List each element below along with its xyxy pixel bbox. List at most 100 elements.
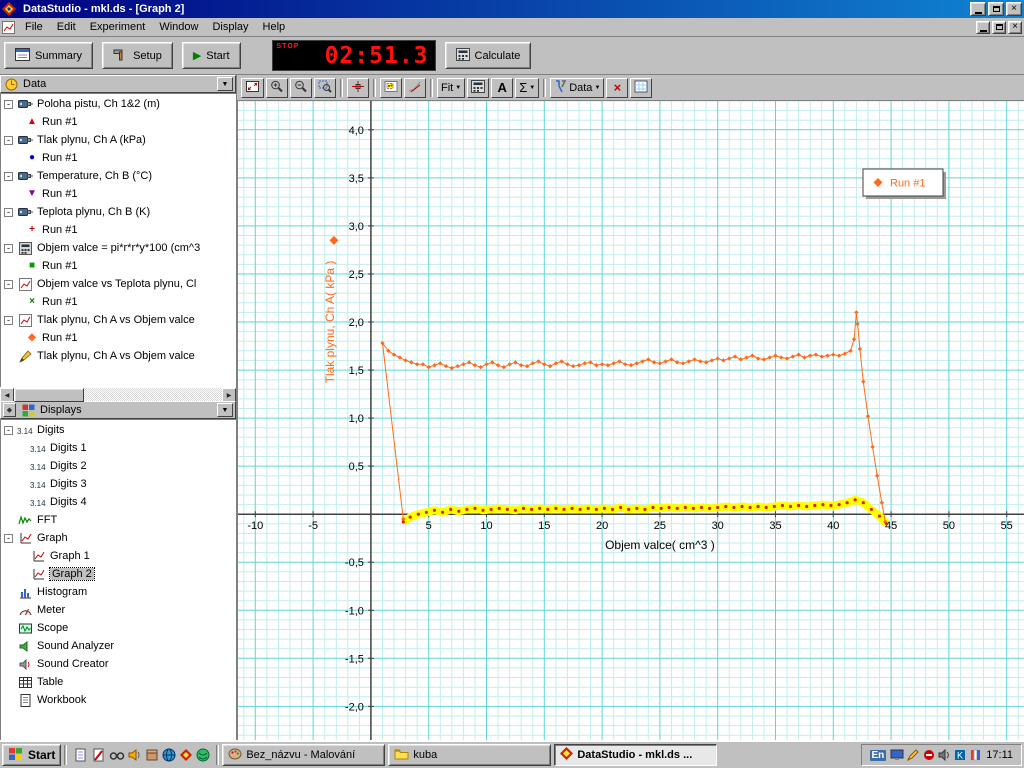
collapse-icon[interactable]: - <box>4 244 13 253</box>
scroll-left-button[interactable]: ◀ <box>0 388 14 402</box>
display-subitem[interactable]: 3.14Digits 1 <box>0 439 236 457</box>
statistics-button[interactable]: Σ ▼ <box>515 78 539 98</box>
run-item[interactable]: +Run #1 <box>0 221 236 239</box>
collapse-icon[interactable]: - <box>4 136 13 145</box>
display-item[interactable]: Table <box>0 673 236 691</box>
restore-button[interactable] <box>988 2 1004 16</box>
data-panel-header[interactable]: Data ▼ <box>0 75 236 93</box>
zoom-select-button[interactable] <box>314 78 336 98</box>
slope-tool-button[interactable] <box>404 78 426 98</box>
display-item[interactable]: -3.14Digits <box>0 421 236 439</box>
run-item[interactable]: ▼Run #1 <box>0 185 236 203</box>
collapse-icon[interactable]: - <box>4 208 13 217</box>
summary-button[interactable]: Summary <box>4 42 93 69</box>
data-item[interactable]: -Tlak plynu, Ch A (kPa) <box>0 131 236 149</box>
quicklaunch-icon-6[interactable] <box>162 748 176 762</box>
quicklaunch-icon-1[interactable] <box>73 748 88 762</box>
tray-icon-4[interactable] <box>938 749 951 761</box>
data-item[interactable]: -Objem valce = pi*r*r*y*100 (cm^3 <box>0 239 236 257</box>
zoom-out-button[interactable] <box>290 78 312 98</box>
quicklaunch-icon-8[interactable] <box>196 748 210 762</box>
run-item[interactable]: ×Run #1 <box>0 293 236 311</box>
start-button[interactable]: ▶ Start <box>182 42 241 69</box>
displays-panel-menu-button[interactable]: ▼ <box>217 403 233 417</box>
data-item[interactable]: -Tlak plynu, Ch A vs Objem valce <box>0 311 236 329</box>
data-item[interactable]: Tlak plynu, Ch A vs Objem valce <box>0 347 236 365</box>
run-item[interactable]: ◆Run #1 <box>0 329 236 347</box>
display-item[interactable]: FFT <box>0 511 236 529</box>
display-item[interactable]: Sound Creator <box>0 655 236 673</box>
display-subitem[interactable]: 3.14Digits 3 <box>0 475 236 493</box>
tray-icon-5[interactable]: K <box>954 749 966 761</box>
mdi-minimize-button[interactable] <box>976 21 990 34</box>
mdi-close-button[interactable]: × <box>1008 21 1022 34</box>
display-item[interactable]: -Graph <box>0 529 236 547</box>
tray-icon-1[interactable] <box>890 749 904 761</box>
quicklaunch-icon-7[interactable] <box>179 748 193 762</box>
language-indicator[interactable]: En <box>870 750 887 761</box>
tray-icon-2[interactable] <box>907 749 920 761</box>
collapse-icon[interactable]: - <box>4 426 13 435</box>
data-panel-menu-button[interactable]: ▼ <box>217 77 233 91</box>
collapse-icon[interactable]: - <box>4 534 13 543</box>
menu-help[interactable]: Help <box>256 19 293 35</box>
task-button[interactable]: DataStudio - mkl.ds ... <box>554 744 717 766</box>
display-item[interactable]: Histogram <box>0 583 236 601</box>
menu-window[interactable]: Window <box>152 19 205 35</box>
menu-edit[interactable]: Edit <box>50 19 83 35</box>
data-item[interactable]: -Teplota plynu, Ch B (K) <box>0 203 236 221</box>
quicklaunch-icon-2[interactable] <box>91 748 106 762</box>
quicklaunch-icon-3[interactable] <box>109 748 125 762</box>
start-menu-button[interactable]: Start <box>2 744 61 766</box>
quicklaunch-icon-5[interactable] <box>145 748 159 762</box>
data-panel-hscrollbar[interactable]: ◀ ▶ <box>0 387 236 401</box>
plot-area[interactable]: -10-5510152025303540455055-2,0-1,5-1,0-0… <box>238 101 1024 740</box>
display-subitem[interactable]: Graph 1 <box>0 547 236 565</box>
collapse-icon[interactable]: - <box>4 100 13 109</box>
collapse-icon[interactable]: - <box>4 172 13 181</box>
scroll-track[interactable] <box>14 388 222 401</box>
data-item[interactable]: -Poloha pistu, Ch 1&2 (m) <box>0 95 236 113</box>
smart-tool-button[interactable] <box>347 78 369 98</box>
display-item[interactable]: Scope <box>0 619 236 637</box>
displays-panel-header[interactable]: ◆ Displays ▼ <box>0 401 236 419</box>
data-menu-button[interactable]: Data ▼ <box>550 78 604 98</box>
scroll-right-button[interactable]: ▶ <box>222 388 236 402</box>
menu-file[interactable]: File <box>18 19 50 35</box>
display-item[interactable]: Meter <box>0 601 236 619</box>
tray-icon-6[interactable] <box>969 749 982 761</box>
scroll-thumb[interactable] <box>14 388 84 402</box>
run-item[interactable]: ▲Run #1 <box>0 113 236 131</box>
display-subitem-selected[interactable]: Graph 2 <box>0 565 236 583</box>
menu-display[interactable]: Display <box>205 19 255 35</box>
menu-experiment[interactable]: Experiment <box>83 19 153 35</box>
run-item[interactable]: ■Run #1 <box>0 257 236 275</box>
graph-settings-button[interactable] <box>630 78 652 98</box>
close-button[interactable]: × <box>1006 2 1022 16</box>
splitter-button[interactable]: ◆ <box>3 403 16 417</box>
selection-tool-button[interactable] <box>380 78 402 98</box>
remove-button[interactable]: × <box>606 78 628 98</box>
minimize-button[interactable] <box>970 2 986 16</box>
display-item[interactable]: Workbook <box>0 691 236 709</box>
calculate-button[interactable]: Calculate <box>445 42 532 69</box>
display-item[interactable]: Sound Analyzer <box>0 637 236 655</box>
collapse-icon[interactable]: - <box>4 280 13 289</box>
quicklaunch-icon-4[interactable] <box>128 748 142 762</box>
data-item[interactable]: -Objem valce vs Teplota plynu, Cl <box>0 275 236 293</box>
tray-icon-3[interactable] <box>923 749 935 761</box>
display-subitem[interactable]: 3.14Digits 2 <box>0 457 236 475</box>
scale-to-fit-button[interactable] <box>241 78 264 98</box>
text-tool-button[interactable]: A <box>491 78 513 98</box>
calculate-tool-button[interactable] <box>467 78 489 98</box>
collapse-icon[interactable]: - <box>4 316 13 325</box>
run-item[interactable]: ●Run #1 <box>0 149 236 167</box>
setup-button[interactable]: Setup <box>102 42 173 69</box>
display-subitem[interactable]: 3.14Digits 4 <box>0 493 236 511</box>
fit-menu-button[interactable]: Fit ▼ <box>437 78 465 98</box>
data-item[interactable]: -Temperature, Ch B (°C) <box>0 167 236 185</box>
task-button[interactable]: Bez_názvu - Malování <box>222 744 385 766</box>
mdi-restore-button[interactable] <box>992 21 1006 34</box>
zoom-in-button[interactable] <box>266 78 288 98</box>
task-button[interactable]: kuba <box>388 744 551 766</box>
